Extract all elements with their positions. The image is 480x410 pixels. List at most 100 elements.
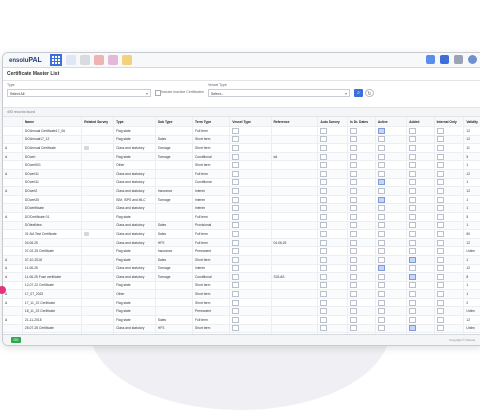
row-checkbox[interactable]	[232, 273, 240, 280]
row-checkbox[interactable]	[409, 205, 417, 212]
row-checkbox[interactable]	[350, 196, 358, 203]
column-header[interactable]: Auto Survey	[317, 117, 349, 127]
row-checkbox[interactable]	[409, 256, 417, 263]
row-checkbox[interactable]	[409, 239, 417, 246]
table-row[interactable]: A DOcert Flag state Tonnage Conditional dd 5	[3, 152, 480, 162]
row-checkbox[interactable]	[320, 222, 328, 229]
row-checkbox[interactable]	[409, 213, 417, 220]
row-checkbox[interactable]	[232, 170, 240, 177]
row-checkbox[interactable]	[436, 256, 444, 263]
column-header[interactable]: Validity	[463, 117, 480, 127]
table-row[interactable]: DOAnnual17_12 Flag state Sales Short term 12	[3, 135, 480, 145]
row-checkbox[interactable]	[377, 299, 385, 306]
table-row[interactable]: DOAnnual Certificate17_06 Flag state Full …	[3, 126, 480, 136]
calendar-icon[interactable]	[107, 55, 118, 65]
row-checkbox[interactable]	[320, 308, 328, 315]
table-row[interactable]: 01-NA Test Certificate Class and statutor…	[3, 229, 480, 239]
row-checkbox[interactable]	[232, 144, 240, 151]
search-button[interactable]: ⌕	[354, 89, 363, 97]
table-row[interactable]: DOcert001 Other Short term 1	[3, 160, 480, 170]
row-checkbox[interactable]	[350, 170, 358, 177]
row-checkbox[interactable]	[232, 196, 240, 203]
row-checkbox[interactable]	[320, 299, 328, 306]
table-row[interactable]: A DOAnnual Certificate Class and statutory…	[3, 143, 480, 153]
row-checkbox[interactable]	[436, 162, 444, 169]
table-row[interactable]: DOcert25 ISM, ISPS and MLC Tonnage Interim 1	[3, 195, 480, 205]
row-checkbox[interactable]	[320, 205, 328, 212]
row-checkbox[interactable]	[377, 162, 385, 169]
row-checkbox[interactable]	[320, 316, 328, 323]
row-checkbox[interactable]	[436, 222, 444, 229]
vessel-type-select[interactable]: Select--	[208, 89, 350, 98]
row-checkbox[interactable]	[377, 213, 385, 220]
row-checkbox[interactable]	[377, 136, 385, 143]
row-checkbox[interactable]	[377, 291, 385, 298]
row-checkbox[interactable]	[377, 170, 385, 177]
column-header[interactable]: Vessel Type	[229, 117, 272, 127]
row-checkbox[interactable]	[409, 144, 417, 151]
row-checkbox[interactable]	[350, 136, 358, 143]
row-checkbox[interactable]	[232, 316, 240, 323]
row-checkbox[interactable]	[350, 230, 358, 237]
row-checkbox[interactable]	[350, 222, 358, 229]
row-checkbox[interactable]	[350, 316, 358, 323]
table-row[interactable]: 12-07-22 Certificate Flag state Short term…	[3, 281, 480, 291]
row-checkbox[interactable]	[232, 222, 240, 229]
row-checkbox[interactable]	[350, 153, 358, 160]
row-checkbox[interactable]	[409, 170, 417, 177]
row-checkbox[interactable]	[320, 282, 328, 289]
row-checkbox[interactable]	[350, 205, 358, 212]
row-checkbox[interactable]	[350, 265, 358, 272]
row-checkbox[interactable]	[350, 308, 358, 315]
row-checkbox[interactable]	[436, 239, 444, 246]
row-checkbox[interactable]	[377, 127, 385, 134]
row-checkbox[interactable]	[232, 308, 240, 315]
table-row[interactable]: A 17_07_2022 Other Short term 1	[3, 289, 480, 299]
row-checkbox[interactable]	[232, 325, 240, 332]
row-checkbox[interactable]	[232, 291, 240, 298]
column-header[interactable]	[3, 117, 23, 127]
row-checkbox[interactable]	[409, 162, 417, 169]
row-checkbox[interactable]	[409, 127, 417, 134]
row-checkbox[interactable]	[377, 239, 385, 246]
row-checkbox[interactable]	[350, 299, 358, 306]
row-checkbox[interactable]	[436, 282, 444, 289]
row-checkbox[interactable]	[377, 248, 385, 255]
row-checkbox[interactable]	[350, 256, 358, 263]
row-checkbox[interactable]	[436, 213, 444, 220]
row-checkbox[interactable]	[409, 316, 417, 323]
table-row[interactable]: A 07-10-2018 Flag state Sales Short term 1	[3, 255, 480, 265]
table-row[interactable]: 07-02-25 Certificate Flag state Insurance P…	[3, 246, 480, 256]
row-checkbox[interactable]	[232, 282, 240, 289]
column-header[interactable]: Active	[375, 117, 408, 127]
home-icon[interactable]	[65, 55, 76, 65]
table-row[interactable]: A DOCertificate 01 Flag state Full term 5	[3, 212, 480, 222]
help-icon[interactable]	[454, 55, 463, 64]
row-checkbox[interactable]	[409, 248, 417, 255]
row-checkbox[interactable]	[436, 153, 444, 160]
row-checkbox[interactable]	[350, 282, 358, 289]
row-checkbox[interactable]	[232, 179, 240, 186]
row-checkbox[interactable]	[320, 187, 328, 194]
row-checkbox[interactable]	[350, 213, 358, 220]
row-checkbox[interactable]	[320, 256, 328, 263]
row-checkbox[interactable]	[436, 291, 444, 298]
row-checkbox[interactable]	[436, 230, 444, 237]
row-checkbox[interactable]	[320, 136, 328, 143]
table-row[interactable]: A 11-06-25 Fuse certificate Class and stat…	[3, 272, 480, 282]
row-checkbox[interactable]	[320, 265, 328, 272]
row-checkbox[interactable]	[320, 162, 328, 169]
user-icon[interactable]	[93, 55, 104, 65]
row-checkbox[interactable]	[409, 222, 417, 229]
row-checkbox[interactable]	[350, 273, 358, 280]
table-row[interactable]: A 21-11-2018 Flag state Sales Full term 12	[3, 315, 480, 325]
row-checkbox[interactable]	[377, 222, 385, 229]
row-checkbox[interactable]	[232, 213, 240, 220]
column-header[interactable]: Sub Type	[155, 117, 194, 127]
row-checkbox[interactable]	[409, 230, 417, 237]
row-checkbox[interactable]	[436, 299, 444, 306]
table-row[interactable]: A DOcert11 Class and statutory Full term 12	[3, 169, 480, 179]
row-checkbox[interactable]	[409, 187, 417, 194]
table-row[interactable]: DOcert11 Class and statutory Conditional 1	[3, 178, 480, 188]
type-select[interactable]: Select All	[7, 89, 151, 98]
